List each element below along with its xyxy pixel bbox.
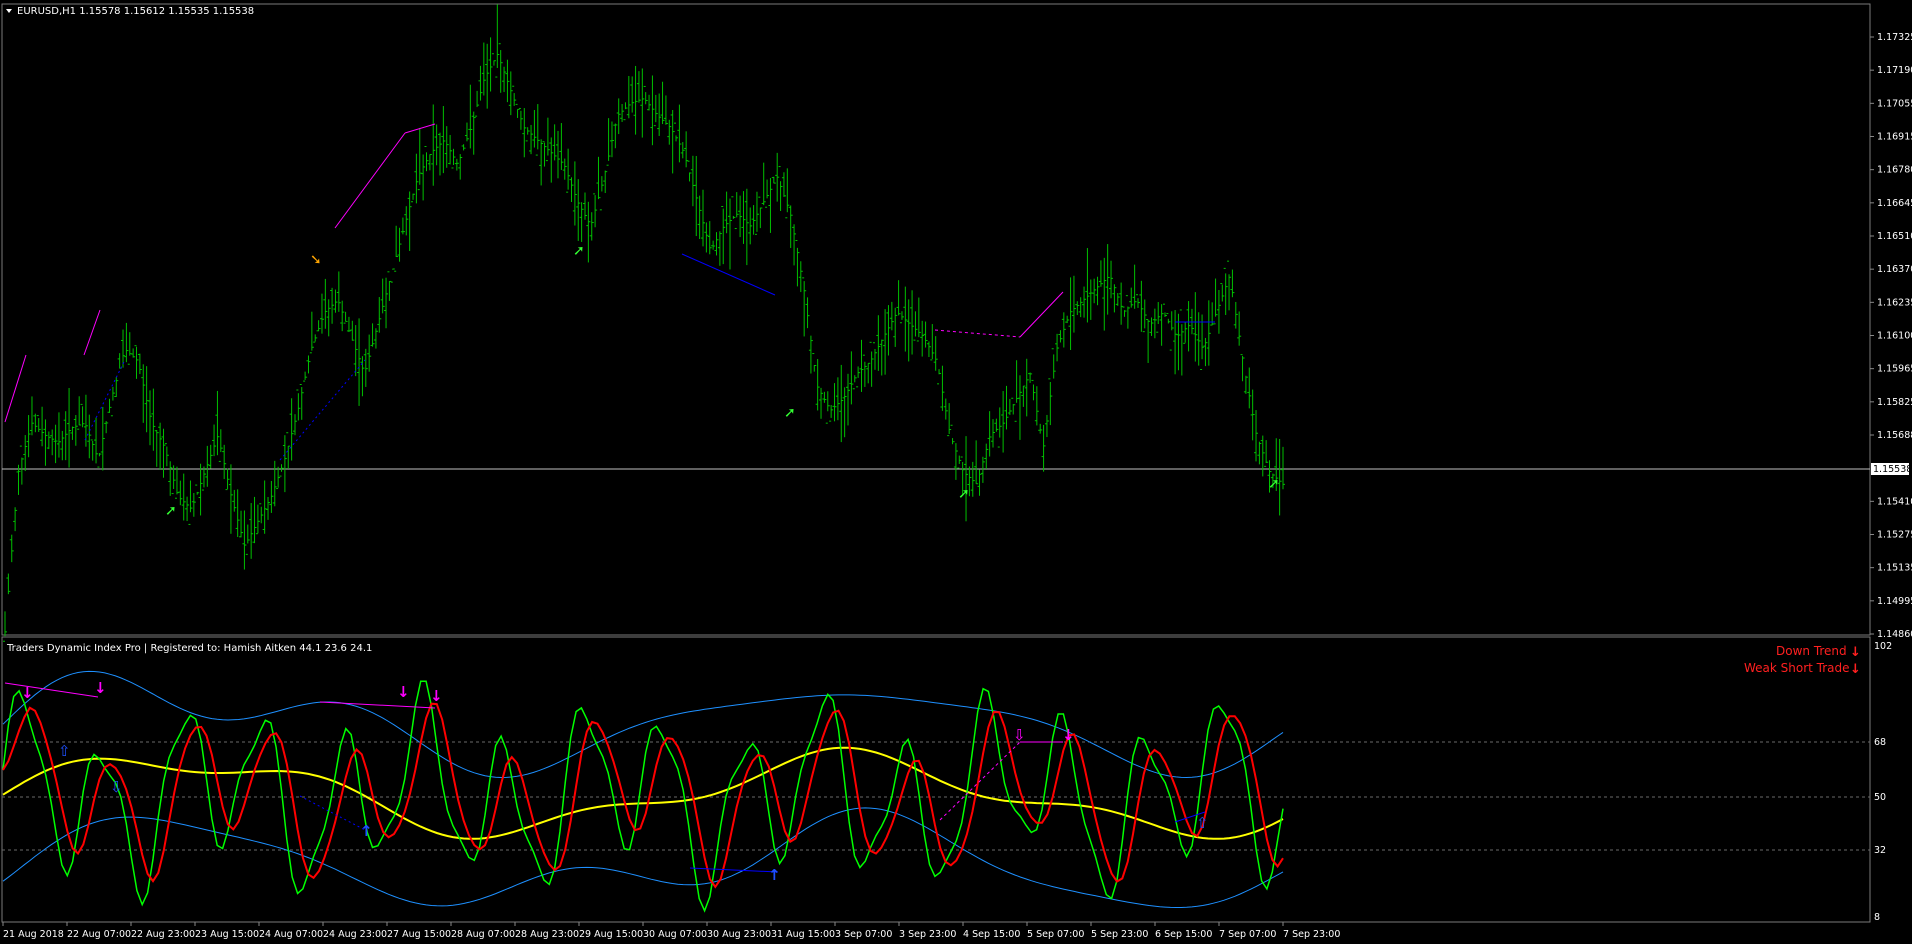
divergence-line — [84, 359, 126, 441]
price-tick-label: 1.15135 — [1877, 563, 1912, 574]
divergence-line — [334, 132, 406, 229]
price-tick-label: 1.16100 — [1877, 331, 1912, 342]
time-tick-label: 22 Aug 23:00 — [131, 929, 195, 940]
time-tick-label: 23 Aug 15:00 — [195, 929, 259, 940]
price-tick-label: 1.15688 — [1877, 430, 1912, 441]
buy-arrow-icon: ➚ — [573, 243, 585, 259]
time-tick-label: 21 Aug 2018 — [3, 929, 64, 940]
price-tick-label: 1.15825 — [1877, 397, 1912, 408]
sell-arrow-icon: ➘ — [310, 252, 322, 268]
buy-arrow-icon: ➚ — [958, 486, 970, 502]
divergence-line — [279, 359, 366, 461]
price-bars — [3, 4, 1285, 642]
level-label: 68 — [1874, 737, 1886, 748]
level-label: 8 — [1874, 912, 1880, 923]
up-arrow-icon: ↑ — [768, 866, 781, 884]
indicator-divergence — [4, 682, 1206, 873]
time-tick-label: 28 Aug 07:00 — [451, 929, 515, 940]
up-arrow-icon: ↑ — [360, 822, 373, 840]
time-tick-label: 6 Sep 15:00 — [1155, 929, 1212, 940]
divergence-line — [689, 867, 779, 873]
time-tick-label: 27 Aug 15:00 — [387, 929, 451, 940]
price-tick-label: 1.14860 — [1877, 629, 1912, 640]
chart-canvas[interactable]: EURUSD,H1 1.15578 1.15612 1.15535 1.1553… — [0, 0, 1912, 944]
divergence-line — [319, 701, 436, 709]
upper-volatility-band — [2, 670, 1284, 779]
time-tick-label: 3 Sep 23:00 — [899, 929, 956, 940]
price-tick-label: 1.16780 — [1877, 165, 1912, 176]
price-tick-label: 1.16235 — [1877, 297, 1912, 308]
price-tick-label: 1.15275 — [1877, 530, 1912, 541]
indicator-arrows: ↓ ↓ ↓ ↓ ⇩ ↓ ⇧ ⇩ ↑ ↑ ⇧ — [21, 679, 1209, 884]
down-trend-label: Down Trend — [1776, 644, 1847, 658]
price-tick-label: 1.16645 — [1877, 198, 1912, 209]
level-label: 50 — [1874, 792, 1886, 803]
down-arrow-icon: ↓ — [397, 683, 410, 701]
time-tick-label: 5 Sep 07:00 — [1027, 929, 1084, 940]
divergence-line — [934, 329, 1021, 338]
price-tick-label: 1.15410 — [1877, 496, 1912, 507]
time-tick-label: 24 Aug 07:00 — [259, 929, 323, 940]
level-label: 32 — [1874, 845, 1886, 856]
time-tick-label: 29 Aug 15:00 — [579, 929, 643, 940]
down-arrow-icon: ↓ — [1062, 726, 1075, 744]
chart-menu-triangle-icon[interactable] — [6, 9, 12, 13]
time-tick-label: 3 Sep 07:00 — [835, 929, 892, 940]
level-label: 102 — [1874, 641, 1892, 652]
price-tick-label: 1.17325 — [1877, 32, 1912, 43]
time-axis: 21 Aug 2018 22 Aug 07:00 22 Aug 23:00 23 Au… — [2, 922, 1340, 940]
time-tick-label: 7 Sep 23:00 — [1283, 929, 1340, 940]
price-tick-label: 1.14995 — [1877, 596, 1912, 607]
current-price-label: 1.15538 — [1873, 464, 1912, 475]
buy-arrows: ➚ ➚ ➚ ➚ ➚ ➘ — [165, 243, 1280, 519]
divergence-line — [939, 741, 1021, 821]
time-tick-label: 4 Sep 15:00 — [963, 929, 1020, 940]
up-arrow-outline-icon: ⇧ — [58, 742, 71, 760]
down-arrow-icon: ↓ — [21, 684, 34, 702]
price-tick-label: 1.16370 — [1877, 264, 1912, 275]
divergence-line — [299, 795, 366, 831]
down-arrow-icon: ↓ — [1850, 662, 1861, 677]
time-tick-label: 28 Aug 23:00 — [515, 929, 579, 940]
price-tick-label: 1.17055 — [1877, 98, 1912, 109]
down-arrow-icon: ↓ — [430, 687, 443, 705]
price-tick-label: 1.16510 — [1877, 231, 1912, 242]
divergence-lines-main — [4, 123, 1215, 461]
indicator-title: Traders Dynamic Index Pro | Registered t… — [6, 643, 372, 654]
down-arrow-outline-icon: ⇩ — [1013, 726, 1026, 744]
up-arrow-outline-icon: ⇧ — [1196, 814, 1209, 832]
time-tick-label: 7 Sep 07:00 — [1219, 929, 1276, 940]
symbol-header: EURUSD,H1 1.15578 1.15612 1.15535 1.1553… — [17, 6, 254, 17]
time-tick-label: 30 Aug 23:00 — [707, 929, 771, 940]
divergence-line — [1019, 291, 1064, 338]
price-tick-label: 1.16915 — [1877, 132, 1912, 143]
price-tick-label: 1.17190 — [1877, 65, 1912, 76]
main-chart-frame — [1, 3, 1871, 636]
down-arrow-icon: ↓ — [1850, 645, 1861, 660]
weak-short-trade-label: Weak Short Trade — [1744, 661, 1850, 675]
down-arrow-icon: ↓ — [94, 679, 107, 697]
buy-arrow-icon: ➚ — [165, 503, 177, 519]
price-axis: 1.17325 1.17190 1.17055 1.16915 1.16780 1.166… — [1870, 32, 1912, 640]
time-tick-label: 22 Aug 07:00 — [67, 929, 131, 940]
buy-arrow-icon: ➚ — [1268, 476, 1280, 492]
divergence-line — [681, 253, 776, 296]
time-tick-label: 24 Aug 23:00 — [323, 929, 387, 940]
down-arrow-outline-icon: ⇩ — [110, 778, 123, 796]
buy-arrow-icon: ➚ — [784, 405, 796, 421]
time-tick-label: 31 Aug 15:00 — [771, 929, 835, 940]
divergence-line — [83, 309, 101, 356]
price-tick-label: 1.15965 — [1877, 364, 1912, 375]
trade-signal-line — [2, 702, 1284, 889]
time-tick-label: 5 Sep 23:00 — [1091, 929, 1148, 940]
divergence-line — [4, 354, 27, 423]
tdi-lines — [2, 670, 1284, 913]
time-tick-label: 30 Aug 07:00 — [643, 929, 707, 940]
